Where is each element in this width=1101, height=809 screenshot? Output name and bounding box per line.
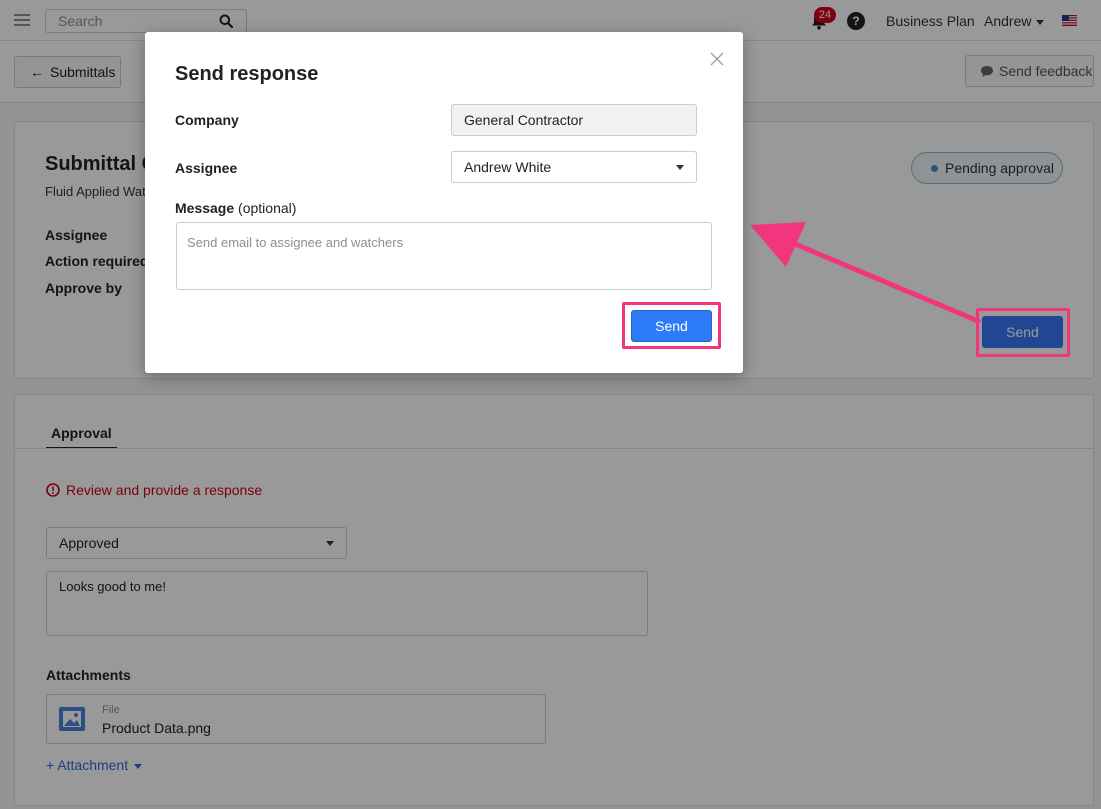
- message-label: Message (optional): [175, 200, 296, 216]
- company-field: General Contractor: [451, 104, 697, 136]
- chevron-down-icon: [676, 165, 684, 170]
- company-label: Company: [175, 112, 239, 128]
- close-icon[interactable]: [710, 52, 724, 66]
- modal-title: Send response: [175, 63, 319, 85]
- annotation-highlight-modal-send: [622, 302, 721, 349]
- assignee-value: Andrew White: [464, 159, 552, 175]
- assignee-label: Assignee: [175, 160, 238, 176]
- message-optional-text: (optional): [238, 200, 297, 216]
- assignee-select[interactable]: Andrew White: [451, 151, 697, 183]
- message-textarea[interactable]: [176, 222, 712, 290]
- message-label-text: Message: [175, 200, 235, 216]
